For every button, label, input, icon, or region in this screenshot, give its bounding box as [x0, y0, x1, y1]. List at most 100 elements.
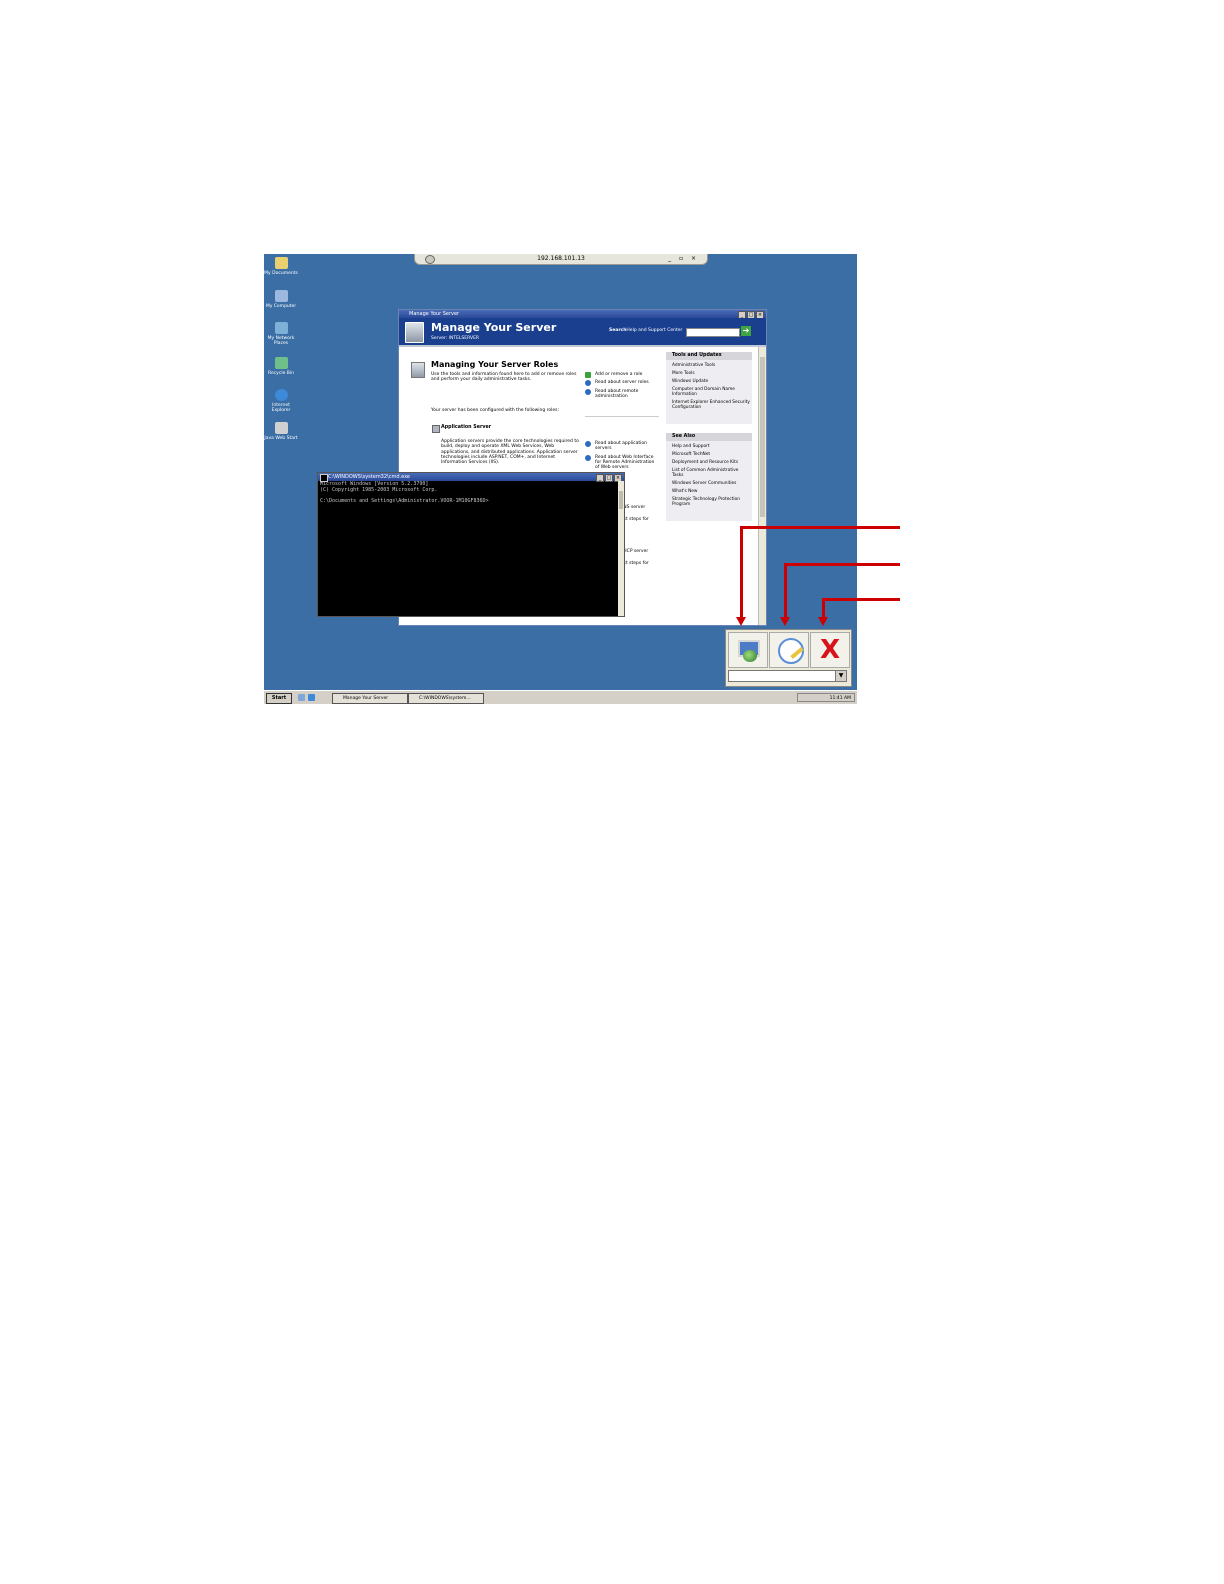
tools-item[interactable]: Computer and Domain Name Information	[666, 387, 752, 397]
internet-explorer-icon	[274, 389, 288, 401]
role-title[interactable]: Application Server	[441, 425, 491, 431]
globe-icon	[743, 650, 757, 662]
folder-icon	[274, 257, 288, 269]
callout-line-connect	[740, 526, 743, 618]
scrollbar[interactable]	[618, 481, 624, 616]
close-x-icon: X	[819, 635, 841, 665]
tools-item[interactable]: Administrative Tools	[666, 363, 752, 368]
remote-connection-bar[interactable]: 192.168.101.13 _ ▫ ×	[414, 254, 708, 265]
desktop-icon-recycle-bin[interactable]: Recycle Bin	[264, 357, 298, 376]
bar-window-controls[interactable]: _ ▫ ×	[668, 254, 699, 264]
remote-desktop-screen: 192.168.101.13 _ ▫ × My Documents My Com…	[264, 254, 857, 704]
help-icon	[585, 380, 591, 387]
see-also-item[interactable]: Deployment and Resource Kits	[666, 460, 752, 465]
server-roles-icon	[411, 362, 425, 378]
desktop-icon-my-network-places[interactable]: My Network Places	[264, 322, 298, 346]
tools-item[interactable]: Windows Update	[666, 379, 752, 384]
callout-arrow-configure	[780, 617, 790, 626]
window-titlebar[interactable]: C:\WINDOWS\system32\cmd.exe _ □ ×	[318, 473, 624, 482]
desktop-icon-java-web-start[interactable]: Java Web Start	[264, 422, 298, 441]
see-also-item[interactable]: Strategic Technology Protection Program	[666, 497, 752, 507]
scrollbar-thumb[interactable]	[619, 491, 623, 509]
client-toolbar: X ▼	[725, 629, 852, 687]
see-also-item[interactable]: Microsoft TechNet	[666, 452, 752, 457]
start-button[interactable]: Start	[266, 693, 292, 704]
collapse-icon[interactable]	[432, 425, 440, 433]
scrollbar-thumb[interactable]	[760, 357, 765, 517]
banner-title: Manage Your Server	[431, 321, 557, 334]
console-output[interactable]: Microsoft Windows [Version 5.2.3790] (C)…	[320, 481, 489, 504]
taskbar-item-manage-server[interactable]: Manage Your Server	[332, 693, 408, 704]
callout-line-exit	[822, 598, 825, 618]
search-input[interactable]	[686, 328, 740, 337]
desktop-icon-internet-explorer[interactable]: Internet Explorer	[264, 389, 298, 413]
intro-text: Use the tools and information found here…	[431, 372, 577, 383]
window-titlebar[interactable]: Manage Your Server _ □ ×	[399, 310, 766, 319]
scrollbar[interactable]	[758, 347, 766, 625]
internet-explorer-icon[interactable]	[308, 694, 315, 701]
desktop-icon-label: Recycle Bin	[268, 371, 294, 376]
maximize-button[interactable]: □	[605, 474, 613, 482]
tools-item[interactable]: More Tools	[666, 371, 752, 376]
desktop-icon-label: My Documents	[264, 271, 298, 276]
callout-line-connect	[740, 526, 900, 529]
taskbar: Start Manage Your Server C:\WINDOWS\syst…	[264, 690, 857, 704]
network-icon	[274, 322, 288, 334]
taskbar-item-cmd[interactable]: C:\WINDOWS\system...	[408, 693, 484, 704]
configure-button[interactable]	[769, 632, 809, 668]
session-dropdown[interactable]: ▼	[728, 670, 847, 682]
callout-line-exit	[822, 598, 900, 601]
chevron-down-icon[interactable]: ▼	[835, 671, 846, 681]
role-description: Application servers provide the core tec…	[441, 439, 579, 466]
connection-ip: 192.168.101.13	[537, 255, 585, 262]
desktop-icon-label: My Computer	[265, 304, 297, 309]
window-title: Manage Your Server	[409, 311, 460, 317]
callout-line-configure	[784, 563, 787, 618]
tools-header: Tools and Updates	[666, 352, 752, 360]
help-icon	[585, 441, 591, 447]
recycle-bin-icon	[274, 357, 288, 369]
connect-button[interactable]	[728, 632, 768, 668]
see-also-item[interactable]: What's New	[666, 489, 752, 494]
minimize-button[interactable]: _	[596, 474, 604, 482]
clock[interactable]: 11:41 AM	[830, 696, 851, 701]
server-name: Server: INTELSERVER	[431, 336, 480, 341]
callout-arrow-connect	[736, 617, 746, 626]
search-label: SearchHelp and Support Center	[609, 328, 683, 333]
see-also-item[interactable]: List of Common Administrative Tasks	[666, 468, 752, 478]
desktop-icon-my-documents[interactable]: My Documents	[264, 257, 298, 276]
link-read-remote-admin[interactable]: Read about remote administration	[585, 388, 659, 400]
divider	[585, 416, 659, 417]
tools-and-updates-panel: Tools and Updates Administrative Tools M…	[666, 352, 752, 424]
window-title: C:\WINDOWS\system32\cmd.exe	[328, 474, 410, 480]
divider	[399, 345, 766, 347]
link-read-server-roles[interactable]: Read about server roles	[585, 380, 659, 387]
add-role-icon	[585, 372, 591, 378]
see-also-item[interactable]: Windows Server Communities	[666, 481, 752, 486]
exit-button[interactable]: X	[810, 632, 850, 668]
show-desktop-icon[interactable]	[298, 694, 305, 701]
computer-icon	[274, 290, 288, 302]
help-icon	[585, 388, 591, 395]
link-read-app-servers[interactable]: Read about application servers	[585, 441, 659, 452]
server-icon	[405, 322, 424, 343]
desktop-icon-my-computer[interactable]: My Computer	[264, 290, 298, 309]
see-also-panel: See Also Help and Support Microsoft Tech…	[666, 433, 752, 521]
command-prompt-window[interactable]: C:\WINDOWS\system32\cmd.exe _ □ × Micros…	[317, 472, 625, 617]
configured-text: Your server has been configured with the…	[431, 408, 560, 413]
java-icon	[274, 422, 288, 434]
callout-line-configure	[784, 563, 900, 566]
banner: Manage Your Server Server: INTELSERVER S…	[399, 318, 766, 345]
link-read-web-interface[interactable]: Read about Web Interface for Remote Admi…	[585, 454, 659, 471]
see-also-header: See Also	[666, 433, 752, 441]
role-links-top: Add or remove a role Read about server r…	[585, 372, 659, 402]
system-tray: 11:41 AM	[797, 693, 855, 702]
see-also-item[interactable]: Help and Support	[666, 444, 752, 449]
desktop-icon-label: Internet Explorer	[271, 403, 291, 413]
tools-item[interactable]: Internet Explorer Enhanced Security Conf…	[666, 400, 752, 410]
desktop-icon-label: Java Web Start	[264, 436, 298, 441]
link-add-remove-role[interactable]: Add or remove a role	[585, 372, 659, 378]
help-icon	[585, 454, 591, 461]
callout-arrow-exit	[818, 617, 828, 626]
search-go-button[interactable]: ➔	[741, 326, 751, 336]
